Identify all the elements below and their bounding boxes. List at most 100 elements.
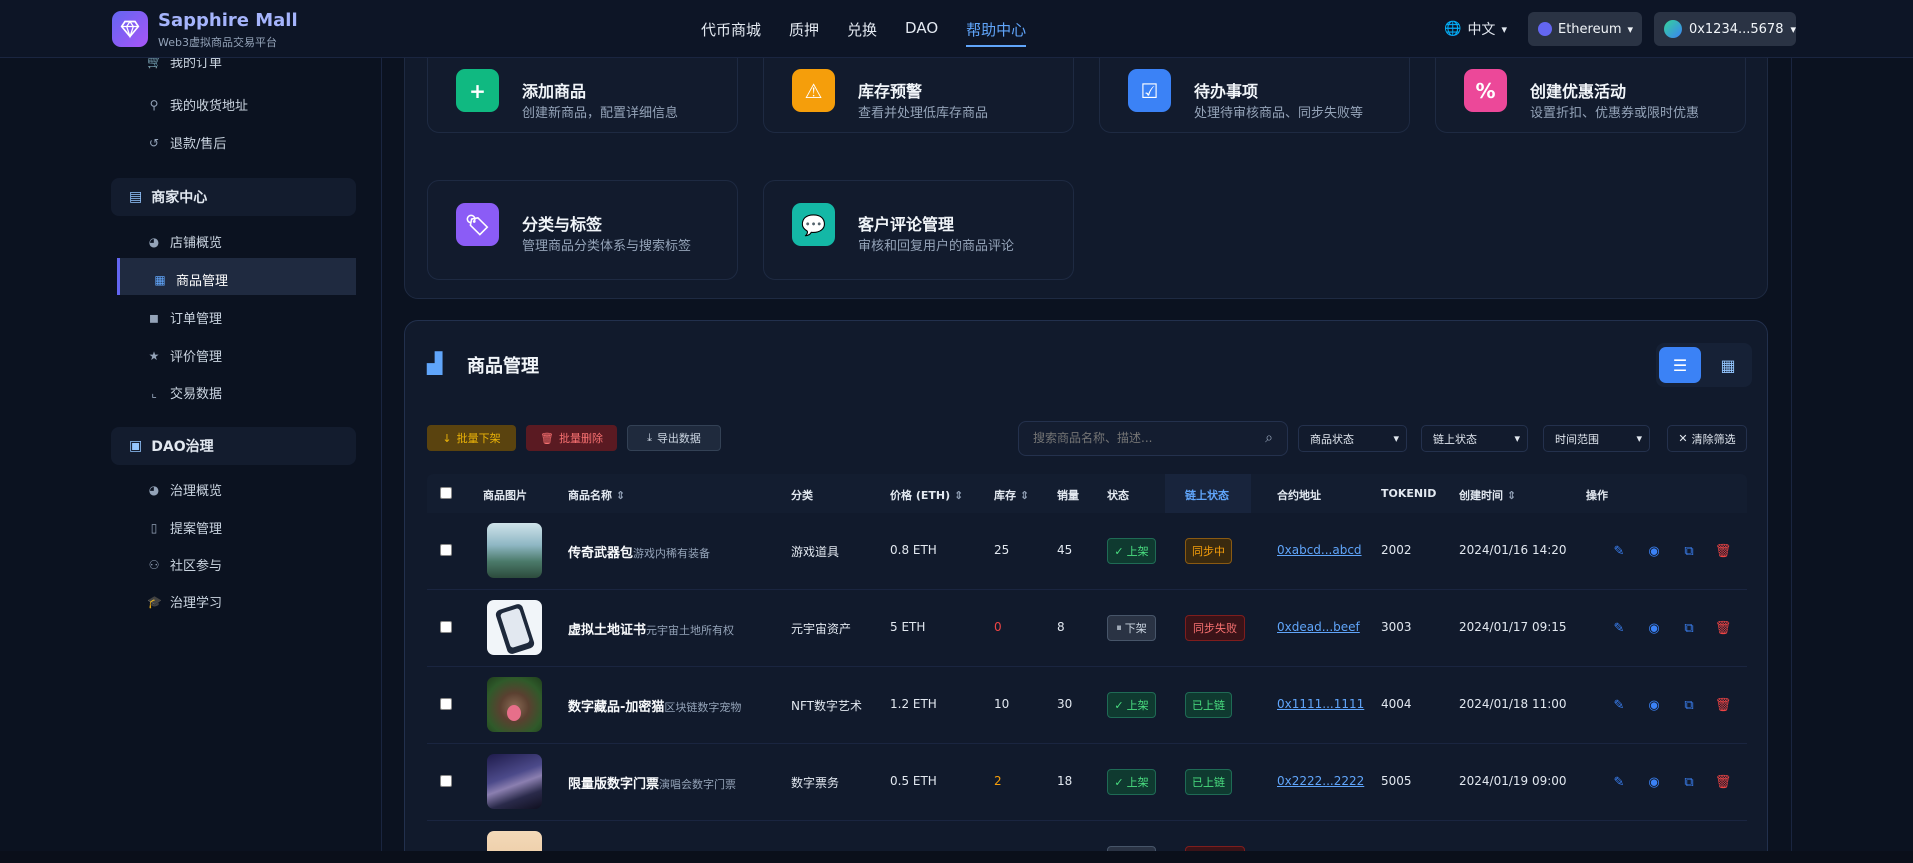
edit-icon[interactable]: ✎ [1610, 773, 1628, 791]
sales-cell: 18 [1057, 774, 1073, 788]
product-thumbnail[interactable] [487, 523, 542, 578]
contract-link[interactable]: 0xabcd...abcd [1277, 543, 1362, 557]
gem-logo-icon[interactable] [112, 11, 148, 47]
col-price[interactable]: 价格 (ETH) ⇕ [890, 487, 963, 503]
trash-icon[interactable]: 🗑 [1714, 696, 1732, 714]
nav-token-mall[interactable]: 代币商城 [701, 19, 761, 47]
filter-chain-status[interactable]: 链上状态 ▾ [1421, 425, 1528, 452]
product-name-cell[interactable]: 数字藏品-加密猫区块链数字宠物 [568, 696, 741, 715]
trash-icon[interactable]: 🗑 [1714, 542, 1732, 560]
filter-product-status[interactable]: 商品状态 ▾ [1298, 425, 1407, 452]
sidebar-item-product-management[interactable]: ▦ 商品管理 [153, 270, 228, 290]
wallet-button[interactable]: 0x1234...5678 ▾ [1654, 12, 1796, 46]
col-name[interactable]: 商品名称 ⇕ [568, 487, 625, 503]
row-checkbox[interactable] [440, 544, 452, 556]
qa-desc: 创建新商品，配置详细信息 [522, 106, 679, 121]
sidebar-item-community[interactable]: ⚇ 社区参与 [147, 555, 223, 575]
qa-title: 添加商品 [522, 82, 587, 101]
sidebar-item-refund[interactable]: ↺ 退款/售后 [147, 133, 226, 153]
select-all-checkbox[interactable] [440, 487, 452, 499]
bulk-delete-button[interactable]: 🗑 批量删除 [526, 425, 617, 451]
qa-categories-tags[interactable]: 🏷 分类与标签 管理商品分类体系与搜索标签 [427, 180, 738, 280]
product-thumbnail[interactable] [487, 754, 542, 809]
eye-icon[interactable]: ◉ [1645, 773, 1663, 791]
language-selector[interactable]: 🌐 中文 ▾ [1444, 19, 1507, 39]
sidebar-item-order-management[interactable]: ◼ 订单管理 [147, 308, 222, 328]
col-stock[interactable]: 库存 ⇕ [994, 487, 1029, 503]
row-checkbox[interactable] [440, 775, 452, 787]
search-field[interactable]: ⌕ [1018, 421, 1288, 456]
chevron-down-icon: ▾ [1393, 432, 1399, 445]
sidebar-item-label: 店铺概览 [170, 236, 223, 251]
nav-swap[interactable]: 兑换 [847, 19, 877, 47]
contract-link[interactable]: 0x2222...2222 [1277, 774, 1364, 788]
price-cell: 0.8 ETH [890, 543, 937, 557]
nav-dao[interactable]: DAO [905, 19, 938, 47]
sort-icon: ⇕ [953, 489, 964, 502]
copy-icon[interactable]: ⧉ [1680, 696, 1698, 714]
clear-filter-button[interactable]: ✕ 清除筛选 [1667, 425, 1747, 452]
stock-cell: 10 [994, 697, 1010, 711]
check-icon: ✓ [1114, 775, 1124, 789]
sidebar-item-review-management[interactable]: ★ 评价管理 [147, 346, 222, 366]
row-checkbox[interactable] [440, 698, 452, 710]
qa-title: 客户评论管理 [858, 215, 955, 234]
edit-icon[interactable]: ✎ [1610, 619, 1628, 637]
chain-selector[interactable]: Ethereum ▾ [1528, 12, 1642, 46]
sidebar-item-trade-data[interactable]: ⌞ 交易数据 [147, 383, 222, 403]
token-id-cell: 2002 [1381, 543, 1412, 557]
qa-title: 创建优惠活动 [1530, 82, 1627, 101]
eye-icon[interactable]: ◉ [1645, 696, 1663, 714]
nav-help-center[interactable]: 帮助中心 [966, 19, 1027, 47]
ethereum-icon [1538, 22, 1552, 36]
select-label: 时间范围 [1555, 432, 1599, 446]
row-checkbox[interactable] [440, 621, 452, 633]
brand-name[interactable]: Sapphire Mall [158, 10, 298, 31]
sidebar-item-label: 社区参与 [170, 559, 223, 574]
sidebar-item-address[interactable]: ⚲ 我的收货地址 [147, 95, 248, 115]
qa-title: 库存预警 [858, 82, 923, 101]
col-created[interactable]: 创建时间 ⇕ [1459, 487, 1516, 503]
trash-icon[interactable]: 🗑 [1714, 773, 1732, 791]
eye-icon[interactable]: ◉ [1645, 542, 1663, 560]
section-label: 商家中心 [151, 190, 208, 206]
section-merchant-center[interactable]: ▤ 商家中心 [111, 178, 356, 216]
col-actions: 操作 [1586, 489, 1608, 502]
search-input[interactable] [1033, 431, 1243, 445]
qa-review-management[interactable]: 💬 客户评论管理 审核和回复用户的商品评论 [763, 180, 1074, 280]
sidebar: 🛒 我的订单 ⚲ 我的收货地址 ↺ 退款/售后 ▤ 商家中心 ◕ 店铺概览 ▦ … [111, 55, 356, 863]
bulk-offline-button[interactable]: ↓ 批量下架 [427, 425, 516, 451]
sidebar-item-governance-overview[interactable]: ◕ 治理概览 [147, 480, 222, 500]
sidebar-item-governance-learning[interactable]: 🎓 治理学习 [147, 592, 222, 612]
chevron-down-icon: ▾ [1501, 22, 1507, 36]
list-view-icon[interactable]: ☰ [1659, 347, 1701, 383]
col-category: 分类 [791, 489, 813, 502]
sidebar-item-store-overview[interactable]: ◕ 店铺概览 [147, 232, 223, 252]
eye-icon[interactable]: ◉ [1645, 619, 1663, 637]
copy-icon[interactable]: ⧉ [1680, 542, 1698, 560]
product-name-cell[interactable]: 传奇武器包游戏内稀有装备 [568, 542, 710, 561]
product-thumbnail[interactable] [487, 600, 542, 655]
grid-view-icon[interactable]: ▦ [1707, 347, 1749, 383]
sidebar-item-proposal-management[interactable]: ▯ 提案管理 [147, 518, 222, 538]
product-thumbnail[interactable] [487, 677, 542, 732]
export-button[interactable]: ⤓ 导出数据 [627, 425, 721, 451]
col-contract: 合约地址 [1277, 489, 1321, 502]
product-name-cell[interactable]: 虚拟土地证书元宇宙土地所有权 [568, 619, 734, 638]
trash-icon[interactable]: 🗑 [1714, 619, 1732, 637]
edit-icon[interactable]: ✎ [1610, 696, 1628, 714]
contract-link[interactable]: 0xdead...beef [1277, 620, 1360, 634]
product-name-cell[interactable]: 限量版数字门票演唱会数字门票 [568, 773, 736, 792]
price-cell: 0.5 ETH [890, 774, 937, 788]
filter-time-range[interactable]: 时间范围 ▾ [1543, 425, 1650, 452]
copy-icon[interactable]: ⧉ [1680, 619, 1698, 637]
edit-icon[interactable]: ✎ [1610, 542, 1628, 560]
wallet-avatar [1664, 20, 1682, 38]
copy-icon[interactable]: ⧉ [1680, 773, 1698, 791]
chain-status-badge: 同步中 [1185, 538, 1232, 564]
trash-icon: 🗑 [540, 431, 554, 445]
contract-link[interactable]: 0x1111...1111 [1277, 697, 1364, 711]
map-pin-icon: ⚲ [149, 97, 159, 112]
nav-staking[interactable]: 质押 [789, 19, 819, 47]
section-dao-governance[interactable]: ▣ DAO治理 [111, 427, 356, 465]
